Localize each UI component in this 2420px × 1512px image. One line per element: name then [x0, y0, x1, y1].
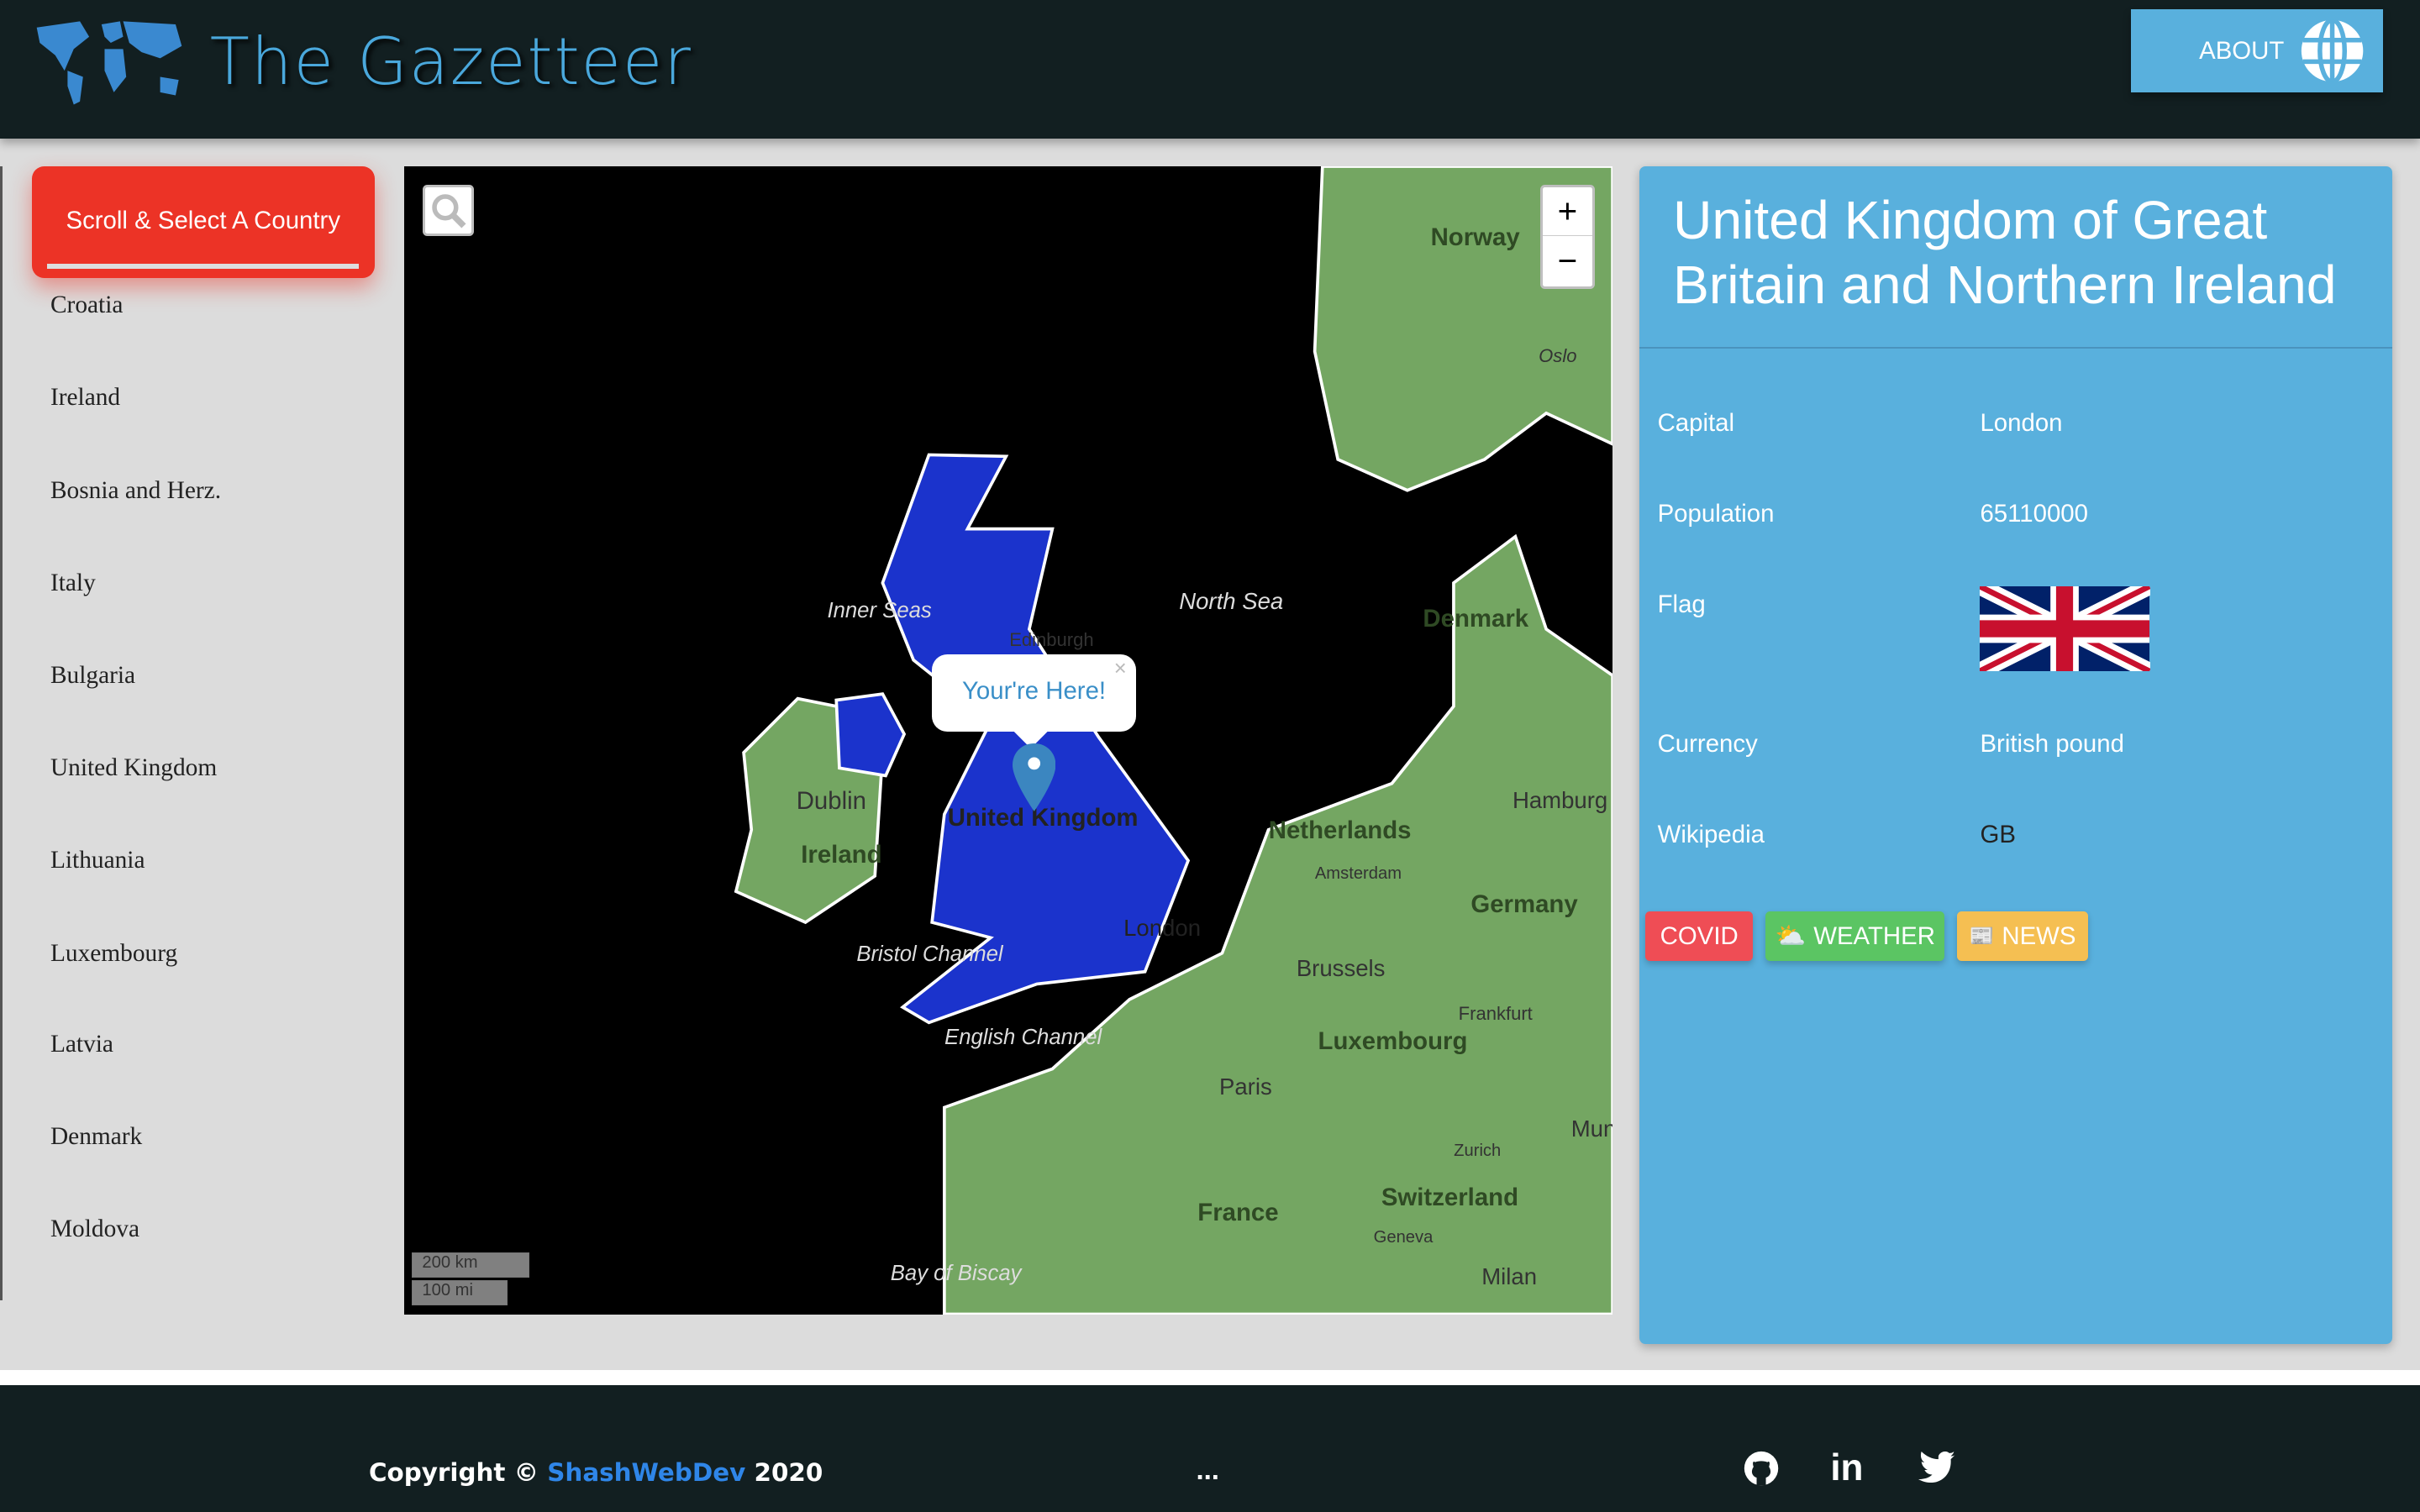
about-label: ABOUT — [2199, 36, 2285, 65]
capital-value: London — [1980, 408, 2063, 437]
newspaper-icon: 📰 — [1969, 925, 1995, 948]
zoom-in-button[interactable]: + — [1543, 187, 1592, 237]
list-item[interactable]: Luxembourg — [50, 940, 177, 968]
map-label: Inner Seas — [827, 598, 932, 622]
map-label: Geneva — [1373, 1228, 1434, 1247]
wikipedia-label: Wikipedia — [1657, 821, 1765, 849]
world-map-icon — [37, 21, 182, 105]
underline — [47, 264, 360, 269]
scale-mi: 100 mi — [412, 1280, 508, 1305]
github-icon[interactable] — [1743, 1450, 1780, 1487]
select-country-label: Scroll & Select A Country — [66, 207, 341, 235]
list-item[interactable]: Denmark — [50, 1123, 142, 1151]
map-label: France — [1197, 1199, 1279, 1227]
map-label: Zurich — [1454, 1142, 1502, 1161]
news-label: NEWS — [2002, 921, 2076, 950]
dots: ... — [1196, 1454, 1219, 1486]
map-tiles — [734, 166, 1613, 1315]
uk-flag — [1980, 585, 2150, 671]
linkedin-icon[interactable]: in — [1830, 1447, 1863, 1489]
map-label: Oslo — [1539, 345, 1577, 367]
map-label: English Channel — [944, 1026, 1102, 1050]
population-label: Population — [1657, 500, 1775, 528]
map-label: Norway — [1430, 223, 1520, 252]
uk-northern-ireland — [834, 692, 907, 778]
map-label: London — [1123, 915, 1202, 942]
news-button[interactable]: 📰 NEWS — [1956, 911, 2089, 962]
currency-value: British pound — [1980, 729, 2124, 758]
globe-icon — [2301, 18, 2363, 84]
country-info-panel: United Kingdom of Great Britain and Nort… — [1639, 166, 2392, 1344]
list-item[interactable]: Ireland — [50, 384, 120, 412]
scale-km: 200 km — [412, 1252, 529, 1278]
divider — [0, 1369, 2420, 1386]
country-name: United Kingdom of Great Britain and Nort… — [1672, 190, 2337, 316]
flag-label: Flag — [1657, 591, 1706, 619]
covid-label: COVID — [1660, 921, 1739, 950]
select-country-button[interactable]: Scroll & Select A Country — [31, 166, 375, 278]
population-value: 65110000 — [1980, 500, 2088, 528]
twitter-icon[interactable] — [1918, 1452, 1956, 1483]
map-label: Bristol Channel — [856, 942, 1003, 967]
list-item[interactable]: Lithuania — [50, 847, 145, 874]
country-list[interactable]: Scroll & Select A Country Croatia Irelan… — [0, 166, 408, 1301]
map-label: Amsterdam — [1314, 864, 1402, 883]
copyright-text: Copyright © — [368, 1457, 548, 1487]
map-label: Hamburg — [1512, 786, 1608, 813]
map-label: Luxembourg — [1318, 1027, 1468, 1056]
list-item[interactable]: United Kingdom — [50, 754, 217, 782]
map-label: Netherlands — [1268, 816, 1412, 844]
header: The Gazetteer ABOUT — [0, 0, 2420, 139]
capital-label: Capital — [1657, 408, 1735, 437]
map-label: Denmark — [1423, 604, 1529, 633]
popup-text: Your're Here! — [962, 677, 1107, 706]
list-item[interactable]: Italy — [50, 570, 96, 597]
wikipedia-link[interactable]: GB — [1980, 821, 2015, 849]
app-title: The Gazetteer — [209, 24, 692, 101]
list-item[interactable]: Bosnia and Herz. — [50, 477, 221, 505]
divider — [1639, 347, 2392, 349]
list-item[interactable]: Moldova — [50, 1215, 139, 1243]
map-label: Dublin — [796, 786, 866, 815]
map-label: Edinburgh — [1009, 629, 1094, 651]
weather-label: WEATHER — [1813, 921, 1935, 950]
year-text: 2020 — [745, 1457, 823, 1487]
map-label: North Sea — [1179, 587, 1284, 614]
search-icon — [432, 194, 466, 228]
map-label: Ireland — [801, 840, 882, 869]
author-link[interactable]: ShashWebDev — [547, 1458, 745, 1487]
location-popup: Your're Here! × — [932, 654, 1136, 749]
map-label: Milan — [1481, 1263, 1538, 1290]
copyright: Copyright © ShashWebDev 2020 — [369, 1458, 823, 1487]
list-item[interactable]: Croatia — [50, 291, 123, 319]
weather-button[interactable]: ⛅ WEATHER — [1765, 911, 1945, 962]
weather-icon: ⛅ — [1775, 921, 1807, 950]
map-label: Brussels — [1296, 954, 1386, 981]
covid-button[interactable]: COVID — [1644, 911, 1754, 962]
zoom-control: + − — [1540, 185, 1595, 289]
zoom-out-button[interactable]: − — [1543, 236, 1592, 286]
currency-label: Currency — [1657, 729, 1758, 758]
popup-close-button[interactable]: × — [1114, 657, 1127, 681]
map-label: Bay of Biscay — [890, 1262, 1022, 1286]
list-item[interactable]: Latvia — [50, 1031, 113, 1058]
map-label: Germany — [1470, 890, 1578, 918]
map[interactable]: + − Norway Oslo North Sea Denmark Inner … — [404, 166, 1613, 1315]
list-item[interactable]: Bulgaria — [50, 662, 135, 690]
about-button[interactable]: ABOUT — [2131, 9, 2383, 93]
map-label: Frankfurt — [1458, 1002, 1533, 1024]
map-label: Paris — [1218, 1074, 1272, 1100]
map-marker-icon[interactable] — [1012, 743, 1056, 812]
footer: Copyright © ShashWebDev 2020 ... in — [0, 1385, 2420, 1512]
map-label: Munich — [1570, 1115, 1613, 1142]
map-label: Switzerland — [1381, 1183, 1519, 1211]
search-button[interactable] — [423, 185, 475, 237]
